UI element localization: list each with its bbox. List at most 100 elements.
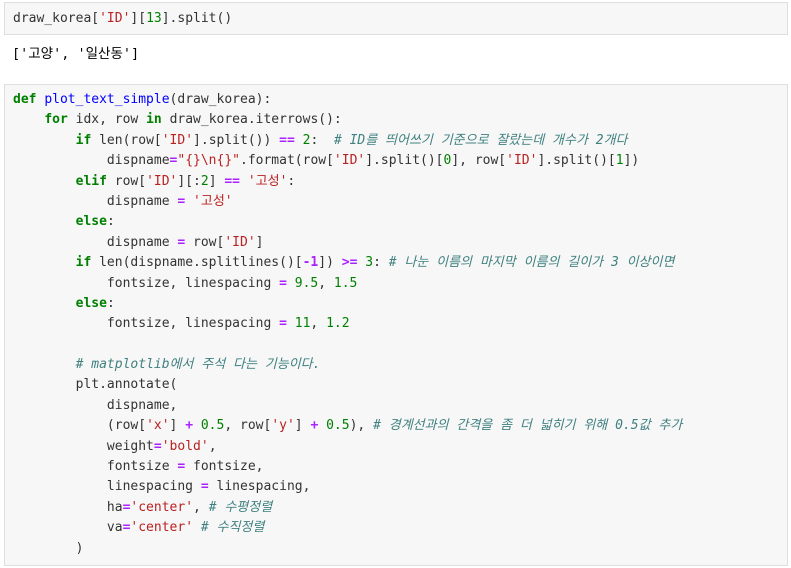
cell2-line: fontsize, linespacing = 11, 1.2: [13, 314, 682, 334]
code-cell-1[interactable]: draw_korea['ID'][13].split(): [4, 2, 788, 35]
code-token: ], row[: [451, 153, 507, 169]
cell2-line: # matplotlib에서 주석 다는 기능이다.: [13, 355, 682, 375]
code-token: # 수평정렬: [208, 499, 273, 515]
code-token: =: [279, 275, 287, 291]
cell2-line: weight='bold',: [13, 437, 682, 457]
code-token: # 경계선과의 간격을 좀 더 넓히기 위해 0.5값 추가: [373, 418, 683, 434]
cell-output: ['고양', '일산동']: [12, 46, 140, 62]
cell2-line: (row['x'] + 0.5, row['y'] + 0.5), # 경계선과…: [13, 416, 682, 436]
code-token: ,: [310, 316, 327, 332]
cell2-line: elif row['ID'][:2] == '고성':: [13, 172, 682, 192]
code-token: else: [75, 295, 107, 311]
code-token: :: [106, 295, 115, 311]
code-token: ].split()[: [365, 153, 444, 169]
code-token: ][:: [177, 173, 201, 189]
code-token: for: [44, 112, 76, 128]
code-token: 0.5: [200, 418, 225, 434]
cell2-line: else:: [13, 294, 682, 314]
code-token: ),: [349, 418, 374, 434]
cell2-line: dispname = row['ID']: [13, 233, 682, 253]
code-token: 'y': [271, 418, 295, 434]
cell2-line: va='center' # 수직정렬: [13, 518, 682, 538]
code-token: (row[: [13, 418, 147, 434]
cell2-line: dispname="{}\n{}".format(row['ID'].split…: [13, 151, 682, 171]
code-token: .format(row[: [240, 153, 334, 169]
code-token: ].split()): [193, 132, 280, 148]
code-token: if: [75, 132, 100, 148]
code-token: len(row[: [99, 132, 162, 148]
code-token: ]: [294, 418, 311, 434]
code-cell-2[interactable]: def plot_text_simple(draw_korea): for id…: [4, 84, 788, 566]
code-token: plot_text_simple: [44, 92, 170, 107]
code-token: fontsize, linespacing: [13, 275, 280, 291]
code-token: ].split(): [161, 11, 233, 26]
cell2-line: ha='center', # 수평정렬: [13, 498, 682, 518]
cell2-line: dispname = '고성': [13, 192, 682, 212]
code-token: 'ID': [506, 153, 538, 169]
code-token: 'x': [146, 418, 170, 434]
code-token: ): [13, 540, 84, 556]
code-token: else: [75, 214, 107, 230]
code-token: ]): [318, 255, 342, 271]
code-token: # matplotlib에서 주석 다는 기능이다.: [75, 357, 321, 373]
code-token: ]: [255, 234, 264, 250]
cell2-line: fontsize, linespacing = 9.5, 1.5: [13, 274, 682, 294]
code-token: 3: [365, 255, 374, 271]
code-token: 'center': [130, 499, 194, 515]
code-editor-1[interactable]: draw_korea['ID'][13].split(): [13, 9, 232, 29]
code-token: idx, row: [75, 112, 147, 128]
code-token: dispname,: [13, 397, 178, 413]
cell2-line: else:: [13, 212, 682, 232]
code-token: =: [153, 438, 162, 454]
code-token: ][: [130, 11, 147, 26]
code-token: def: [13, 92, 45, 107]
code-token: :: [373, 255, 389, 271]
code-token: '고성': [193, 193, 233, 209]
code-token: row[: [185, 234, 225, 250]
code-token: (draw_korea):: [169, 92, 272, 107]
code-token: 2: [200, 173, 209, 189]
code-token: ]): [623, 153, 640, 169]
cell2-line: ): [13, 539, 682, 559]
code-token: dispname: [13, 234, 178, 250]
code-token: in: [146, 112, 170, 128]
code-editor-2[interactable]: def plot_text_simple(draw_korea): for id…: [13, 90, 682, 559]
code-token: draw_korea.iterrows():: [169, 112, 342, 128]
code-token: 'ID': [99, 11, 131, 26]
code-token: plt.annotate(: [13, 377, 178, 393]
code-token: fontsize: [13, 459, 178, 475]
cell2-line: for idx, row in draw_korea.iterrows():: [13, 110, 682, 130]
code-token: if: [75, 255, 100, 271]
code-token: -1: [302, 255, 319, 271]
code-token: elif: [75, 173, 115, 189]
code-token: ==: [279, 132, 295, 148]
code-token: len(dispname.splitlines()[: [99, 255, 303, 271]
code-token: 11: [294, 316, 311, 332]
code-token: ha: [13, 499, 123, 515]
cell2-line: def plot_text_simple(draw_korea):: [13, 90, 682, 110]
code-token: dispname: [13, 193, 178, 209]
code-token: 'ID': [146, 173, 178, 189]
code-token: 'ID': [224, 234, 256, 250]
code-token: , row[: [224, 418, 272, 434]
code-token: # 수직정렬: [200, 520, 265, 536]
code-token: '고성': [247, 173, 288, 189]
code-token: # ID를 띄어쓰기 기준으로 잘랐는데 개수가 2개다: [333, 132, 628, 148]
code-token: dispname: [13, 153, 170, 169]
code-token: fontsize, linespacing: [13, 316, 280, 332]
code-token: 13: [146, 11, 162, 26]
code-token: =: [279, 316, 287, 332]
code-token: =: [200, 479, 209, 495]
code-token: 'ID': [333, 153, 366, 169]
code-token: ]: [208, 173, 225, 189]
code-token: +: [185, 418, 194, 434]
code-token: ,: [208, 438, 217, 454]
code-token: 1.5: [333, 275, 358, 291]
code-token: ==: [224, 173, 241, 189]
